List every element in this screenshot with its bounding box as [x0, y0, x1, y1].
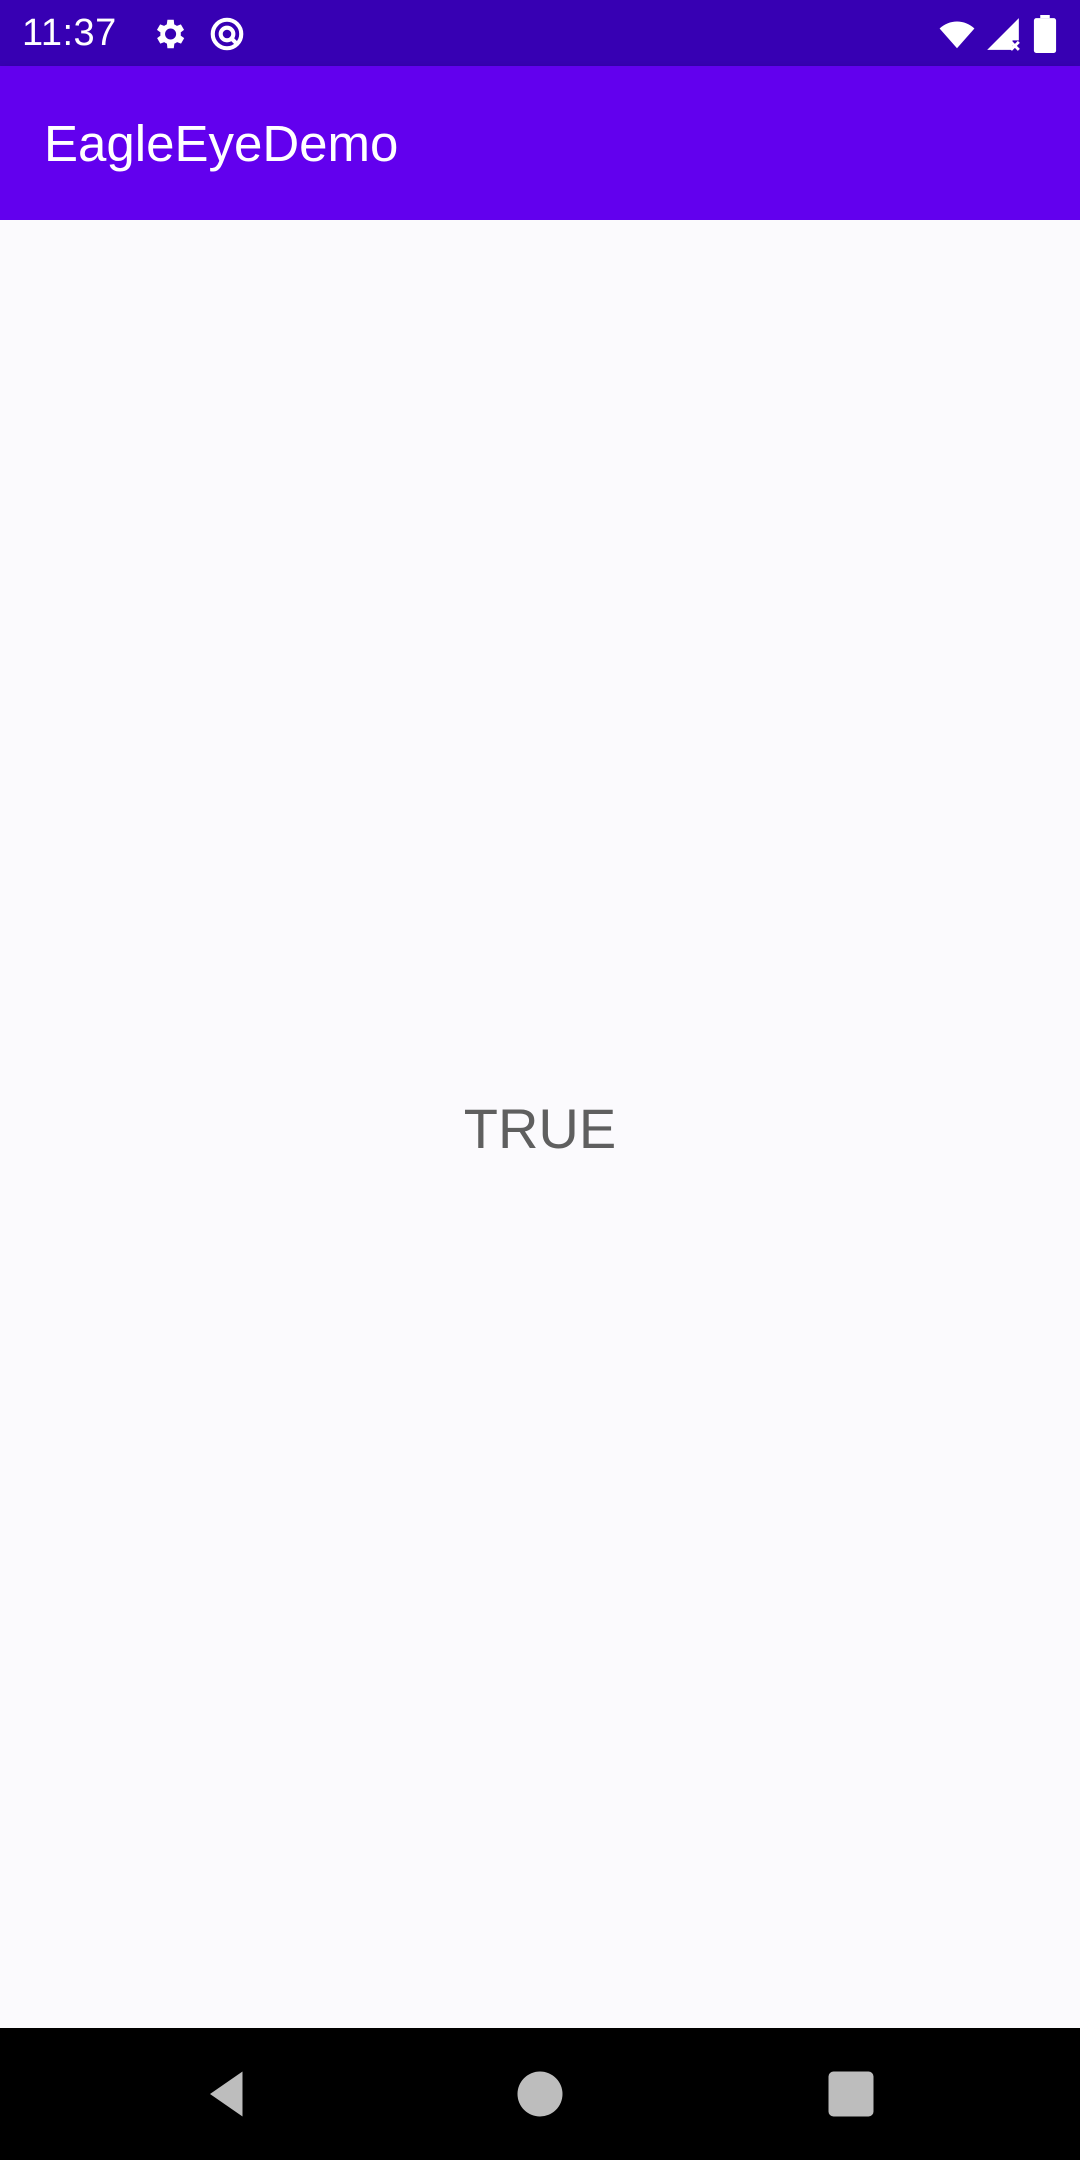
status-bar: 11:37: [0, 0, 1080, 66]
status-time: 11:37: [22, 12, 117, 54]
result-text: TRUE: [463, 1097, 617, 1160]
app-title: EagleEyeDemo: [44, 115, 399, 172]
gear-icon: [150, 15, 188, 53]
signal-icon: [984, 15, 1022, 53]
back-icon[interactable]: [200, 2064, 260, 2124]
navigation-bar: [0, 2028, 1080, 2160]
main-content: TRUE: [0, 220, 1080, 2028]
recents-icon[interactable]: [821, 2064, 881, 2124]
battery-icon: [1032, 15, 1058, 53]
sync-icon: [208, 15, 246, 53]
app-bar: EagleEyeDemo: [0, 66, 1080, 220]
wifi-icon: [935, 15, 979, 53]
home-icon[interactable]: [510, 2064, 570, 2124]
